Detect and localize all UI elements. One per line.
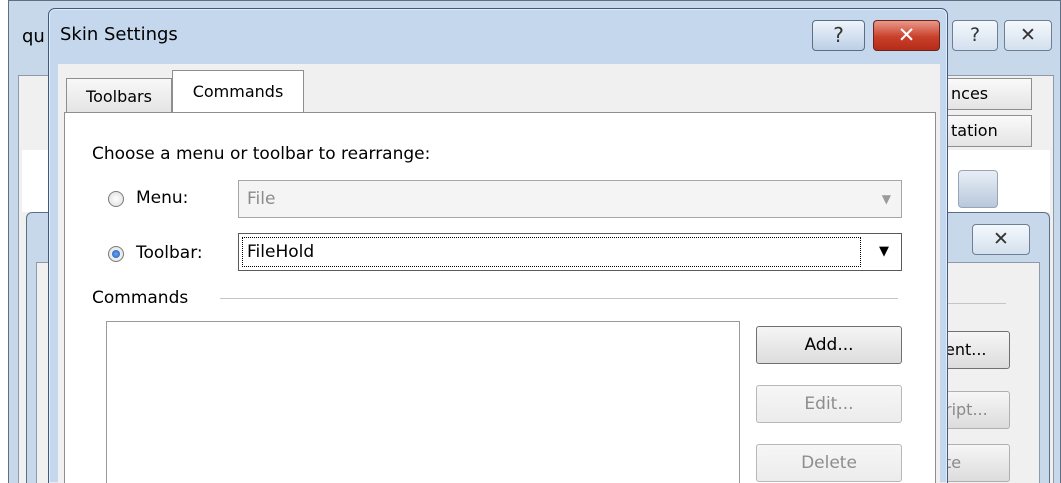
background-help-button[interactable]: ? [952,20,998,51]
toolbar-radio-icon[interactable] [108,246,124,262]
menu-label: Menu: [136,188,189,208]
background-2-button-1[interactable]: ent... [940,331,1010,369]
dialog-title: Skin Settings [60,24,178,45]
chevron-down-icon: ▼ [881,192,891,206]
menu-select[interactable]: File ▼ [238,180,902,218]
background-2-close-button[interactable]: ✕ [972,224,1030,255]
background-window-title: qu [22,26,45,47]
background-tab-preferences[interactable]: nces [946,78,1032,110]
commands-listbox[interactable] [106,321,740,483]
document-icon [958,170,998,208]
menu-select-value: File [247,189,276,209]
background-tab-presentation[interactable]: tation [946,115,1032,147]
toolbar-select[interactable]: FileHold ▼ [238,233,902,271]
rearrange-prompt: Choose a menu or toolbar to rearrange: [92,144,431,164]
edit-button[interactable]: Edit... [756,385,902,423]
toolbar-label: Toolbar: [136,243,203,263]
background-2-button-3[interactable]: te [940,444,1010,482]
tab-toolbars[interactable]: Toolbars [66,78,172,114]
add-button[interactable]: Add... [756,326,902,364]
help-button[interactable]: ? [812,20,865,51]
commands-group-line [220,298,898,299]
delete-button[interactable]: Delete [756,444,902,482]
background-2-divider [946,303,1006,304]
close-button[interactable]: ✕ [873,20,940,51]
background-close-button[interactable]: ✕ [1004,20,1052,51]
tab-commands[interactable]: Commands [172,70,304,112]
commands-group-label: Commands [92,288,189,308]
menu-radio-icon[interactable] [108,191,124,207]
background-2-button-2[interactable]: ript... [940,391,1010,429]
focus-rect [242,237,861,267]
chevron-down-icon: ▼ [879,244,889,259]
